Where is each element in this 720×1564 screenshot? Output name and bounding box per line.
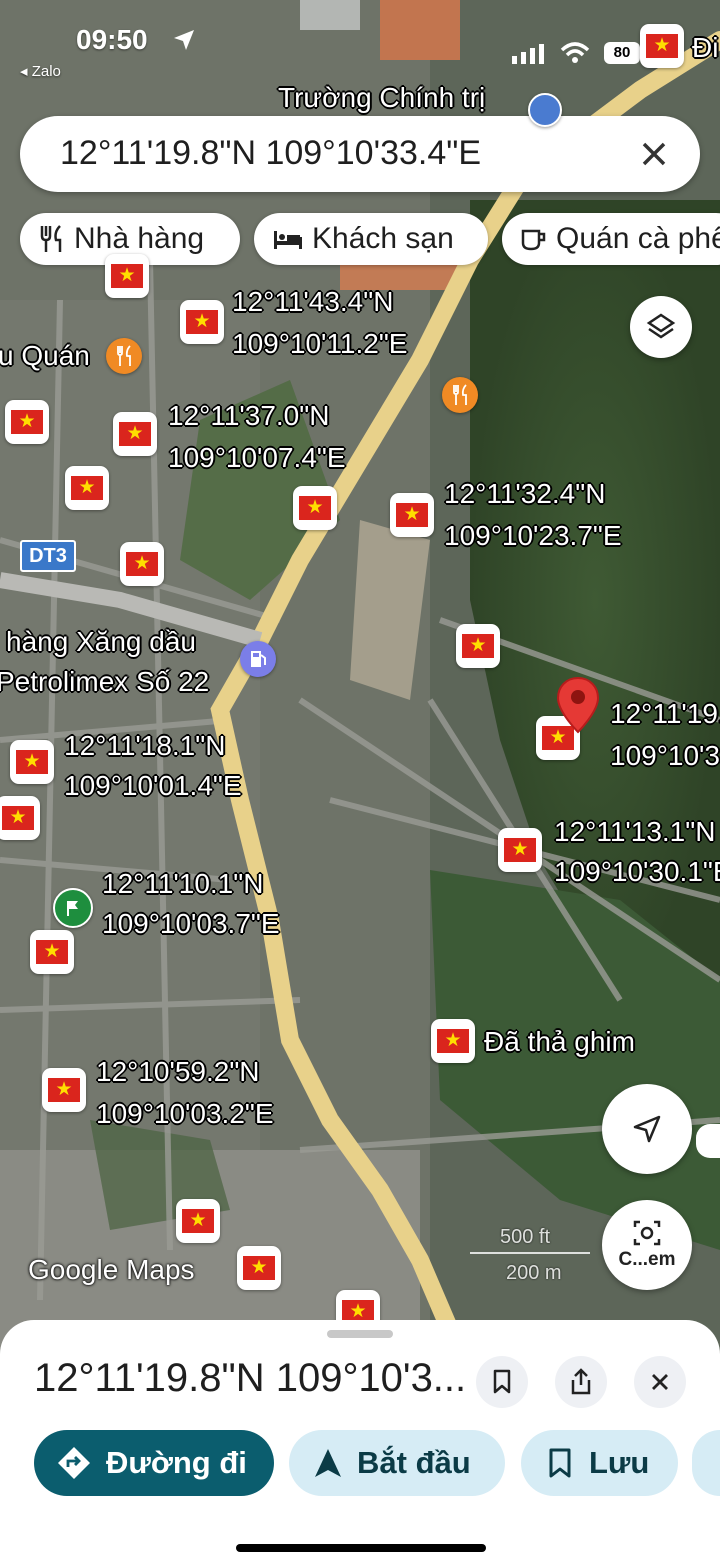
map-marker-flag[interactable]: ★ xyxy=(5,400,49,444)
map-label-gas-station: Petrolimex Số 22 xyxy=(0,666,210,697)
chip-label: Quán cà phê xyxy=(556,222,720,255)
chip-label: Nhà hàng xyxy=(74,222,205,255)
coord-label-lat: 12°11'32.4"N xyxy=(444,478,606,509)
camera-lens-icon xyxy=(633,1220,661,1246)
chip-hotels[interactable]: Khách sạn xyxy=(254,213,488,265)
scale-imperial: 500 ft xyxy=(500,1226,551,1248)
lens-button-label: C...em xyxy=(618,1249,676,1270)
coord-label-lng: 109°10'11.2"E xyxy=(232,328,408,359)
bookmark-icon xyxy=(493,1369,511,1394)
lens-button[interactable]: C...em xyxy=(602,1200,692,1290)
map-marker-flag[interactable]: ★ xyxy=(293,486,337,530)
layers-button[interactable] xyxy=(630,296,692,358)
map-marker-flag[interactable]: ★ xyxy=(120,542,164,586)
home-indicator xyxy=(236,1544,486,1552)
start-navigation-button[interactable]: Bắt đầu xyxy=(289,1430,505,1496)
bookmark-icon xyxy=(549,1448,571,1478)
coord-label-lng: 109°10'33.4"E xyxy=(610,740,720,771)
coord-label-lat: 12°11'10.1"N xyxy=(102,868,264,899)
map-marker-flag[interactable]: ★ xyxy=(0,796,40,840)
coord-label-lng: 109°10'30.1"E xyxy=(554,856,720,887)
chip-label: Khách sạn xyxy=(312,222,454,255)
search-bar[interactable]: 12°11'19.8"N 109°10'33.4"E xyxy=(20,116,700,192)
map-marker-flag[interactable]: ★ xyxy=(105,254,149,298)
coord-label-lng: 109°10'03.2"E xyxy=(96,1098,274,1129)
map-marker-flag[interactable]: ★ xyxy=(42,1068,86,1112)
save-label: Lưu xyxy=(589,1445,650,1480)
gas-station-poi-icon[interactable] xyxy=(240,641,276,677)
battery-level: 80 xyxy=(604,42,640,64)
coord-label-lat: 12°11'43.4"N xyxy=(232,286,394,317)
coord-label-lat: 12°11'37.0"N xyxy=(168,400,330,431)
coord-label-lng: 109°10'03.7"E xyxy=(102,908,280,939)
map-marker-flag[interactable]: ★ xyxy=(390,493,434,537)
selected-location-pin-icon[interactable] xyxy=(556,676,600,734)
coord-label-lng: 109°10'07.4"E xyxy=(168,442,346,473)
coord-label-lat: 12°11'13.1"N xyxy=(554,816,716,847)
scale-metric: 200 m xyxy=(506,1262,562,1284)
wifi-icon xyxy=(560,42,590,63)
map-marker-flag[interactable]: ★ xyxy=(65,466,109,510)
directions-label: Đường đi xyxy=(106,1445,247,1480)
side-panel-tab[interactable] xyxy=(696,1124,720,1158)
close-sheet-button[interactable] xyxy=(634,1356,686,1408)
map-marker-flag[interactable]: ★ xyxy=(10,740,54,784)
dropped-pin-label: Đã thả ghim xyxy=(484,1026,635,1057)
navigation-arrow-icon xyxy=(633,1115,661,1143)
flag-poi-icon[interactable] xyxy=(53,888,93,928)
map-marker-flag[interactable]: ★ xyxy=(431,1019,475,1063)
coord-label-lat: 12°11'19.8"N xyxy=(610,698,720,729)
road-shield-badge: DT3 xyxy=(20,540,76,572)
google-maps-logo: Google Maps xyxy=(28,1254,195,1285)
school-poi-icon[interactable] xyxy=(528,93,562,127)
fork-knife-icon xyxy=(40,225,62,252)
close-icon[interactable] xyxy=(634,134,674,174)
map-label-school: Trường Chính trị xyxy=(278,82,486,113)
restaurant-poi-icon[interactable] xyxy=(106,338,142,374)
clock: 09:50 xyxy=(76,24,148,55)
share-icon xyxy=(571,1368,591,1395)
map-marker-flag[interactable]: ★ xyxy=(498,828,542,872)
restaurant-poi-icon[interactable] xyxy=(442,377,478,413)
place-title: 12°11'19.8"N 109°10'3... xyxy=(34,1356,467,1400)
directions-button[interactable]: Đường đi xyxy=(34,1430,274,1496)
start-label: Bắt đầu xyxy=(357,1445,471,1480)
directions-icon xyxy=(58,1447,90,1479)
coffee-cup-icon xyxy=(521,229,546,251)
layers-icon xyxy=(646,313,676,339)
map-marker-flag[interactable]: ★ xyxy=(180,300,224,344)
map-marker-flag[interactable]: ★ xyxy=(176,1199,220,1243)
search-query[interactable]: 12°11'19.8"N 109°10'33.4"E xyxy=(60,134,481,173)
navigation-arrow-icon xyxy=(315,1449,341,1477)
back-to-app-link[interactable]: ◂ Zalo xyxy=(20,62,61,80)
coord-label-lat: 12°11'18.1"N xyxy=(64,730,226,761)
coord-label-lng: 109°10'01.4"E xyxy=(64,770,242,801)
map-label-gas-station: hàng Xăng dầu xyxy=(6,626,196,657)
map-label-corner: Đi xyxy=(692,32,719,63)
cellular-signal-icon xyxy=(512,44,544,64)
map-label-restaurant: u Quán xyxy=(0,340,90,371)
bed-icon xyxy=(274,231,302,249)
save-button[interactable]: Lưu xyxy=(521,1430,678,1496)
share-button[interactable] xyxy=(555,1356,607,1408)
chip-cafes[interactable]: Quán cà phê xyxy=(502,213,720,265)
map-marker-flag[interactable]: ★ xyxy=(456,624,500,668)
coord-label-lng: 109°10'23.7"E xyxy=(444,520,622,551)
sheet-drag-handle[interactable] xyxy=(327,1330,393,1338)
coord-label-lat: 12°10'59.2"N xyxy=(96,1056,260,1087)
map-marker-flag[interactable]: ★ xyxy=(113,412,157,456)
map-marker-flag[interactable]: ★ xyxy=(237,1246,281,1290)
scale-bar xyxy=(470,1252,590,1254)
close-icon xyxy=(652,1374,668,1390)
bookmark-button[interactable] xyxy=(476,1356,528,1408)
my-location-button[interactable] xyxy=(602,1084,692,1174)
location-arrow-icon xyxy=(174,30,194,50)
map-marker-flag[interactable]: ★ xyxy=(640,24,684,68)
map-marker-flag[interactable]: ★ xyxy=(30,930,74,974)
